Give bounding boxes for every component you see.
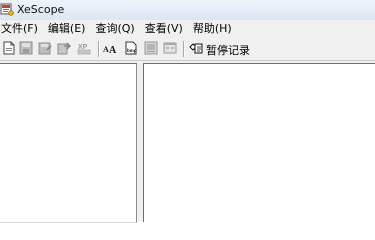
toolbar: XP A A bmp 暂停记录 — [0, 38, 375, 61]
toolbar-separator — [183, 41, 185, 57]
xp-theme-icon[interactable]: XP — [77, 41, 91, 55]
bmp-icon[interactable]: bmp — [124, 41, 138, 55]
image-resource-icon[interactable] — [144, 41, 158, 55]
open-file-icon[interactable] — [2, 41, 16, 55]
record-icon[interactable] — [189, 41, 203, 55]
save-icon[interactable] — [19, 41, 33, 55]
dialog-resource-icon[interactable] — [163, 41, 177, 55]
font-aa-icon[interactable]: A A — [103, 41, 117, 55]
work-area — [0, 61, 375, 223]
svg-text:bmp: bmp — [127, 48, 137, 53]
resource-tree-pane[interactable] — [0, 63, 137, 223]
pause-record-label[interactable]: 暂停记录 — [206, 42, 250, 58]
menu-view[interactable]: 查看(V) — [140, 20, 188, 38]
toolbar-separator — [98, 41, 100, 57]
menu-bar: 文件(F) 编辑(E) 查询(Q) 查看(V) 帮助(H) — [0, 20, 375, 38]
menu-file[interactable]: 文件(F) — [0, 20, 43, 38]
xescope-app-icon — [0, 3, 14, 16]
title-bar[interactable]: XeScope — [0, 0, 375, 20]
save-as-icon[interactable] — [38, 41, 52, 55]
svg-text:A: A — [109, 45, 117, 55]
menu-help[interactable]: 帮助(H) — [188, 20, 237, 38]
export-icon[interactable] — [57, 41, 71, 55]
window-title: XeScope — [17, 3, 65, 16]
menu-query[interactable]: 查询(Q) — [90, 20, 139, 38]
menu-edit[interactable]: 编辑(E) — [43, 20, 91, 38]
resource-content-pane[interactable] — [143, 63, 375, 222]
